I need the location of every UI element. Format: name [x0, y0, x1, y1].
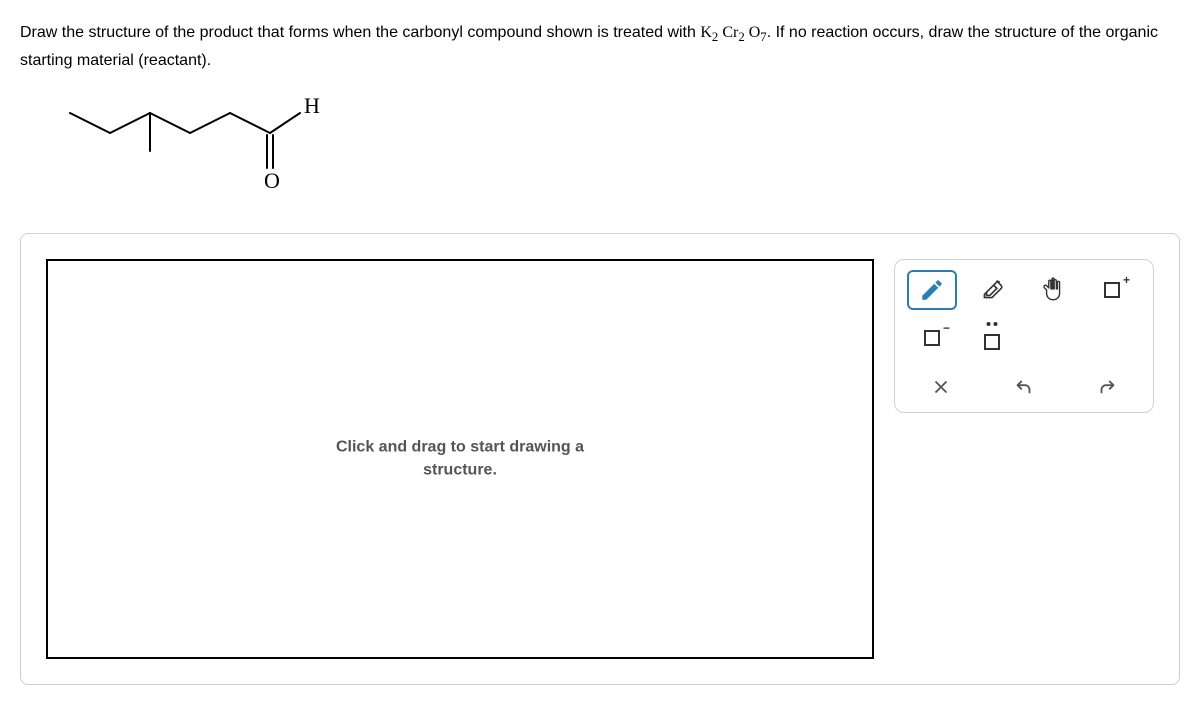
atom-label-H: H [304, 93, 320, 118]
question-formula: K2 Cr2 O7 [700, 24, 766, 41]
undo-icon [1013, 376, 1035, 398]
canvas-placeholder: Click and drag to start drawing a struct… [336, 437, 584, 482]
square-icon [1104, 282, 1120, 298]
square-icon [924, 330, 940, 346]
undo-button[interactable] [994, 372, 1054, 402]
move-tool-button[interactable] [1027, 270, 1077, 310]
eraser-icon [979, 277, 1005, 303]
redo-button[interactable] [1077, 372, 1137, 402]
add-charge-tool-button[interactable]: + [1087, 270, 1137, 310]
question-pre: Draw the structure of the product that f… [20, 24, 700, 41]
erase-tool-button[interactable] [967, 270, 1017, 310]
plus-icon: + [1123, 273, 1130, 287]
minus-icon: − [943, 321, 950, 335]
lone-pair-tool-button[interactable] [967, 318, 1017, 358]
redo-icon [1096, 376, 1118, 398]
tool-panel: + − [894, 259, 1154, 413]
dots-icon [987, 322, 998, 326]
clear-button[interactable] [911, 372, 971, 402]
close-icon [930, 376, 952, 398]
molecule-structure: H O [60, 93, 1180, 203]
atom-label-O: O [264, 168, 280, 193]
pencil-icon [919, 277, 945, 303]
structure-editor: Click and drag to start drawing a struct… [20, 233, 1180, 685]
hand-icon [1039, 277, 1065, 303]
negative-charge-tool-button[interactable]: − [907, 318, 957, 358]
draw-tool-button[interactable] [907, 270, 957, 310]
drawing-canvas[interactable]: Click and drag to start drawing a struct… [46, 259, 874, 659]
drawing-toolbar: + − [894, 259, 1154, 413]
square-icon [984, 334, 1000, 350]
question-text: Draw the structure of the product that f… [20, 20, 1180, 73]
